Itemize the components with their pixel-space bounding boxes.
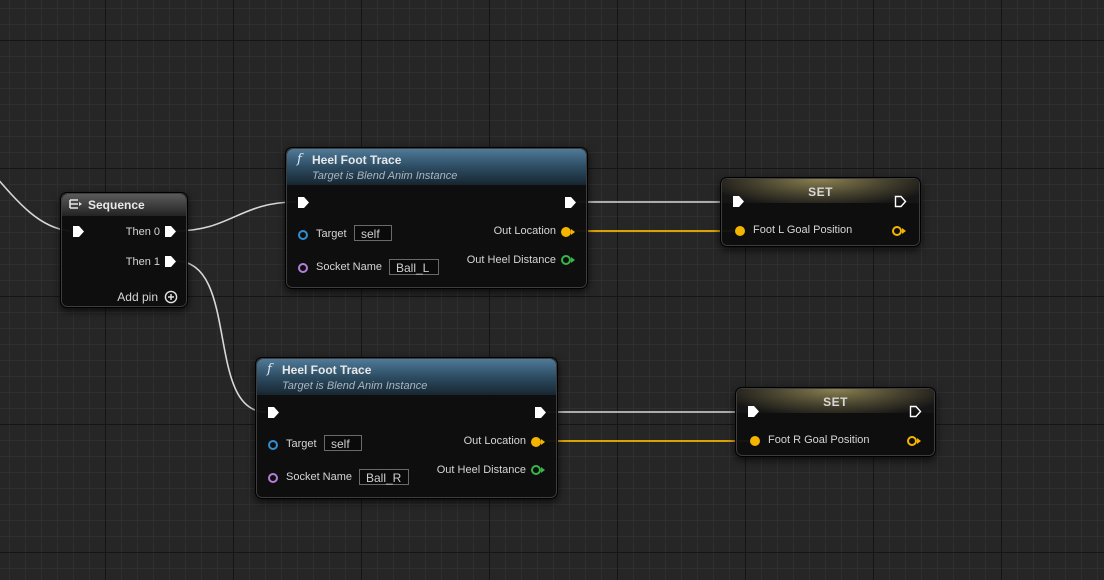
sequence-icon bbox=[68, 197, 84, 214]
set-exec-out-pin[interactable] bbox=[909, 405, 922, 418]
exec-out-pin[interactable] bbox=[534, 406, 547, 419]
sequence-then1-label: Then 1 bbox=[125, 256, 160, 268]
set-value-out-arrow bbox=[902, 228, 906, 234]
set-exec-out-pin[interactable] bbox=[894, 195, 907, 208]
set-exec-in-pin[interactable] bbox=[747, 405, 760, 418]
out-location-pin[interactable] bbox=[531, 437, 541, 447]
out-heel-distance-arrow bbox=[571, 257, 575, 263]
target-value-field[interactable]: self bbox=[324, 435, 362, 451]
sequence-then1-pin[interactable] bbox=[164, 255, 177, 268]
socket-name-pin[interactable] bbox=[298, 263, 308, 273]
out-location-label: Out Location bbox=[493, 225, 556, 237]
out-location-arrow bbox=[571, 229, 575, 235]
set-variable-label: Foot R Goal Position bbox=[768, 434, 870, 446]
set-title: SET bbox=[808, 185, 833, 199]
target-value-field[interactable]: self bbox=[354, 225, 392, 241]
set-value-out-arrow bbox=[917, 438, 921, 444]
target-label: Target bbox=[316, 228, 347, 240]
out-heel-distance-pin[interactable] bbox=[561, 255, 571, 265]
socket-name-input[interactable]: Ball_R bbox=[359, 469, 409, 485]
set-node-foot-r[interactable]: SET Foot R Goal Position bbox=[735, 387, 936, 457]
sequence-title: Sequence bbox=[88, 198, 145, 212]
exec-out-pin[interactable] bbox=[564, 196, 577, 209]
add-pin-icon[interactable] bbox=[164, 290, 178, 307]
set-title: SET bbox=[823, 395, 848, 409]
out-location-label: Out Location bbox=[463, 435, 526, 447]
sequence-then0-pin[interactable] bbox=[164, 225, 177, 238]
sequence-node[interactable]: Sequence Then 0 Then 1 Add pin bbox=[60, 192, 188, 308]
node-subtitle: Target is Blend Anim Instance bbox=[312, 170, 458, 182]
heel-foot-trace-node-left[interactable]: f Heel Foot Trace Target is Blend Anim I… bbox=[285, 147, 588, 289]
set-value-in-pin[interactable] bbox=[735, 226, 745, 236]
exec-in-pin[interactable] bbox=[267, 406, 280, 419]
target-label: Target bbox=[286, 438, 317, 450]
socket-name-label: Socket Name bbox=[286, 471, 353, 483]
out-heel-distance-label: Out Heel Distance bbox=[466, 254, 556, 266]
function-icon: f bbox=[297, 152, 302, 167]
socket-name-input[interactable]: Ball_L bbox=[389, 259, 439, 275]
function-icon: f bbox=[267, 362, 272, 377]
sequence-exec-in-pin[interactable] bbox=[72, 225, 85, 238]
out-heel-distance-arrow bbox=[541, 467, 545, 473]
sequence-then0-label: Then 0 bbox=[125, 226, 160, 238]
set-exec-in-pin[interactable] bbox=[732, 195, 745, 208]
out-location-pin[interactable] bbox=[561, 227, 571, 237]
socket-name-pin[interactable] bbox=[268, 473, 278, 483]
exec-wire-then0[interactable] bbox=[175, 201, 297, 232]
set-value-out-pin[interactable] bbox=[892, 226, 902, 236]
heel-foot-trace-node-right[interactable]: f Heel Foot Trace Target is Blend Anim I… bbox=[255, 357, 558, 499]
out-location-arrow bbox=[541, 439, 545, 445]
node-title: Heel Foot Trace bbox=[312, 153, 402, 167]
add-pin-button[interactable]: Add pin bbox=[117, 290, 158, 304]
out-heel-distance-pin[interactable] bbox=[531, 465, 541, 475]
exec-in-pin[interactable] bbox=[297, 196, 310, 209]
socket-name-label: Socket Name bbox=[316, 261, 383, 273]
set-value-out-pin[interactable] bbox=[907, 436, 917, 446]
target-pin[interactable] bbox=[298, 230, 308, 240]
node-subtitle: Target is Blend Anim Instance bbox=[282, 380, 428, 392]
node-title: Heel Foot Trace bbox=[282, 363, 372, 377]
set-variable-label: Foot L Goal Position bbox=[753, 224, 853, 236]
set-value-in-pin[interactable] bbox=[750, 436, 760, 446]
target-pin[interactable] bbox=[268, 440, 278, 450]
set-node-foot-l[interactable]: SET Foot L Goal Position bbox=[720, 177, 921, 247]
exec-wire-then1[interactable] bbox=[175, 260, 267, 413]
out-heel-distance-label: Out Heel Distance bbox=[436, 464, 526, 476]
